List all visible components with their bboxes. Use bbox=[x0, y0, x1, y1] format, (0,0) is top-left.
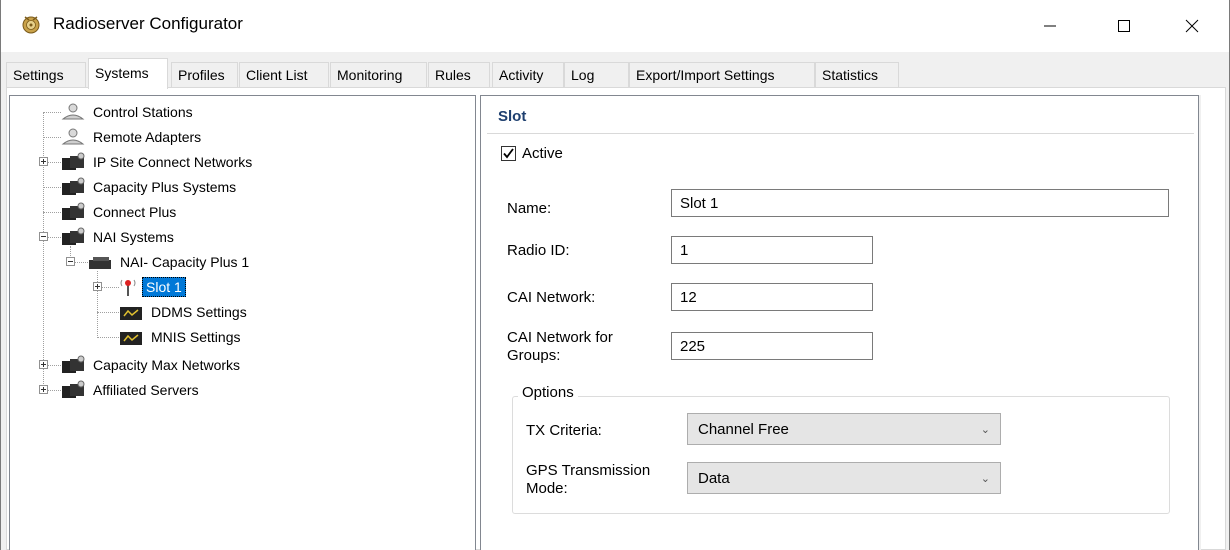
tree-item-label: NAI- Capacity Plus 1 bbox=[120, 254, 250, 270]
tree-item-remote-adapters[interactable]: Remote Adapters bbox=[60, 126, 204, 148]
tree-item-affiliated-servers[interactable]: Affiliated Servers bbox=[60, 379, 202, 401]
tree-item-label: Capacity Plus Systems bbox=[93, 179, 237, 195]
network-icon bbox=[62, 227, 85, 245]
remote-adapter-icon bbox=[61, 128, 85, 145]
tab-rules[interactable]: Rules bbox=[428, 62, 490, 88]
tree-item-label: Slot 1 bbox=[142, 277, 186, 297]
maximize-icon bbox=[1118, 20, 1130, 32]
cai-network-input[interactable] bbox=[671, 283, 873, 311]
systems-tree[interactable]: Control Stations Remote Adapters IP Site… bbox=[9, 95, 476, 550]
tree-connector bbox=[97, 312, 119, 313]
network-icon bbox=[62, 202, 85, 220]
close-icon bbox=[1185, 19, 1199, 33]
app-logo-icon bbox=[22, 16, 40, 34]
active-checkbox[interactable] bbox=[501, 146, 516, 161]
antenna-icon bbox=[120, 279, 136, 296]
expand-toggle[interactable] bbox=[39, 157, 48, 166]
minimize-button[interactable] bbox=[1023, 0, 1077, 52]
tree-item-connect-plus[interactable]: Connect Plus bbox=[60, 201, 179, 223]
tree-connector bbox=[43, 112, 61, 113]
checkmark-icon bbox=[503, 148, 514, 159]
tree-connector bbox=[43, 187, 61, 188]
section-title: Slot bbox=[498, 108, 527, 125]
tab-log[interactable]: Log bbox=[564, 62, 629, 88]
tree-connector bbox=[43, 112, 44, 390]
tab-client-list[interactable]: Client List bbox=[239, 62, 329, 88]
tree-item-label: Control Stations bbox=[93, 104, 193, 120]
panel-edge bbox=[1199, 95, 1201, 550]
network-icon bbox=[62, 380, 85, 398]
tab-monitoring[interactable]: Monitoring bbox=[330, 62, 427, 88]
tree-item-ip-site-connect[interactable]: IP Site Connect Networks bbox=[60, 151, 255, 173]
collapse-toggle[interactable] bbox=[66, 257, 75, 266]
tree-connector bbox=[43, 137, 61, 138]
gps-mode-label-line2: Mode: bbox=[526, 480, 568, 497]
tree-item-mnis-settings[interactable]: MNIS Settings bbox=[118, 326, 243, 348]
network-icon bbox=[89, 257, 111, 269]
chevron-down-icon: ⌄ bbox=[980, 423, 990, 436]
tree-item-label: Remote Adapters bbox=[93, 129, 202, 145]
tree-item-slot-1[interactable]: Slot 1 bbox=[118, 276, 186, 298]
minimize-icon bbox=[1044, 25, 1056, 27]
active-checkbox-row[interactable]: Active bbox=[501, 145, 563, 162]
tree-item-label: Affiliated Servers bbox=[93, 382, 199, 398]
tree-item-label: Capacity Max Networks bbox=[93, 357, 241, 373]
tx-criteria-value: Channel Free bbox=[698, 420, 789, 438]
control-station-icon bbox=[61, 103, 85, 120]
tree-item-capacity-plus-systems[interactable]: Capacity Plus Systems bbox=[60, 176, 239, 198]
section-divider bbox=[487, 133, 1194, 134]
close-button[interactable] bbox=[1165, 0, 1219, 52]
cai-groups-input[interactable] bbox=[671, 332, 873, 360]
tree-item-ddms-settings[interactable]: DDMS Settings bbox=[118, 301, 250, 323]
tab-systems[interactable]: Systems bbox=[88, 58, 168, 89]
tx-criteria-select[interactable]: Channel Free ⌄ bbox=[687, 413, 1001, 445]
window-title: Radioserver Configurator bbox=[53, 14, 243, 33]
tree-item-label: DDMS Settings bbox=[151, 304, 247, 320]
expand-toggle[interactable] bbox=[93, 282, 102, 291]
radio-id-label: Radio ID: bbox=[507, 242, 570, 259]
options-legend: Options bbox=[518, 384, 578, 401]
tree-item-nai-systems[interactable]: NAI Systems bbox=[60, 226, 177, 248]
tab-profiles[interactable]: Profiles bbox=[171, 62, 238, 88]
maximize-button[interactable] bbox=[1097, 0, 1151, 52]
name-input[interactable] bbox=[671, 189, 1169, 217]
tree-item-nai-capacity-plus-1[interactable]: NAI- Capacity Plus 1 bbox=[87, 251, 252, 273]
gps-mode-select[interactable]: Data ⌄ bbox=[687, 462, 1001, 494]
tree-item-capacity-max-networks[interactable]: Capacity Max Networks bbox=[60, 354, 243, 376]
tree-item-label: NAI Systems bbox=[93, 229, 174, 245]
expand-toggle[interactable] bbox=[39, 385, 48, 394]
chevron-down-icon: ⌄ bbox=[980, 472, 990, 485]
expand-toggle[interactable] bbox=[39, 360, 48, 369]
ddms-icon bbox=[120, 307, 142, 320]
mnis-icon bbox=[120, 332, 142, 345]
tree-item-label: MNIS Settings bbox=[151, 329, 241, 345]
tree-item-label: IP Site Connect Networks bbox=[93, 154, 253, 170]
tab-activity[interactable]: Activity bbox=[492, 62, 564, 88]
tree-item-label: Connect Plus bbox=[93, 204, 177, 220]
radio-id-input[interactable] bbox=[671, 236, 873, 264]
gps-mode-label-line1: GPS Transmission bbox=[526, 462, 651, 479]
tab-strip: Settings Systems Profiles Client List Mo… bbox=[6, 58, 1226, 89]
tree-connector bbox=[43, 212, 61, 213]
name-label: Name: bbox=[507, 200, 552, 217]
tab-statistics[interactable]: Statistics bbox=[815, 62, 899, 88]
cai-groups-label-line2: Groups: bbox=[507, 347, 561, 364]
tab-settings[interactable]: Settings bbox=[6, 62, 86, 88]
cai-network-label: CAI Network: bbox=[507, 289, 596, 306]
tx-criteria-label: TX Criteria: bbox=[526, 422, 602, 439]
network-icon bbox=[62, 177, 85, 195]
gps-mode-value: Data bbox=[698, 469, 730, 487]
tree-item-control-stations[interactable]: Control Stations bbox=[60, 101, 196, 123]
app-window: Radioserver Configurator Settings System… bbox=[0, 0, 1230, 550]
network-icon bbox=[62, 152, 85, 170]
tab-export-import-settings[interactable]: Export/Import Settings bbox=[629, 62, 815, 88]
cai-groups-label-line1: CAI Network for bbox=[507, 329, 613, 346]
network-icon bbox=[62, 355, 85, 373]
active-label: Active bbox=[522, 145, 563, 162]
collapse-toggle[interactable] bbox=[39, 232, 48, 241]
title-bar: Radioserver Configurator bbox=[1, 0, 1229, 52]
slot-settings-panel: Slot Active Name: Radio ID: CAI Network:… bbox=[480, 95, 1199, 550]
tree-connector bbox=[97, 337, 119, 338]
